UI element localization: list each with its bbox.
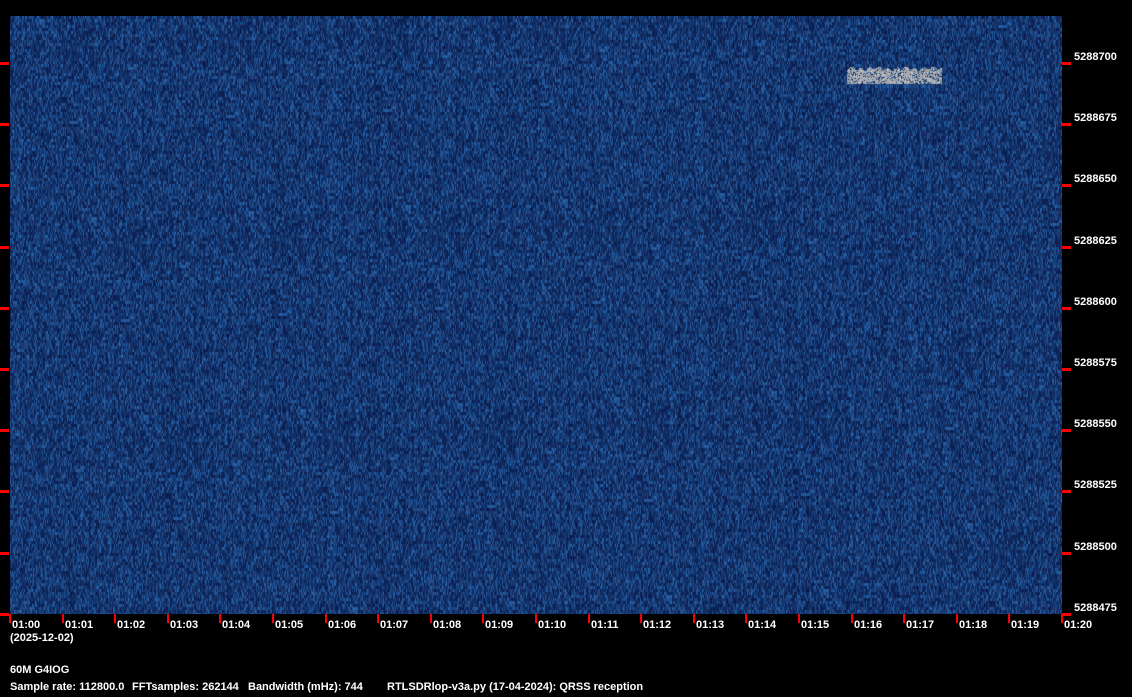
x-tick-label: 01:08 (433, 619, 462, 631)
date-label: (2025-12-02) (10, 632, 74, 644)
y-tick-label: 5288650 (1074, 173, 1117, 185)
x-tick-label: 01:09 (485, 619, 514, 631)
x-tick-label: 01:10 (538, 619, 567, 631)
x-tick (377, 614, 379, 623)
x-tick (114, 614, 116, 623)
x-tick-label: 01:03 (170, 619, 199, 631)
y-tick-right (1062, 613, 1071, 616)
y-tick-left (0, 552, 9, 555)
x-tick (798, 614, 800, 623)
x-tick (956, 614, 958, 623)
x-tick-label: 01:12 (643, 619, 672, 631)
y-tick-left (0, 307, 9, 310)
x-tick-label: 01:18 (959, 619, 988, 631)
y-tick-left (0, 246, 9, 249)
y-tick-left (0, 184, 9, 187)
y-tick-left (0, 62, 9, 65)
y-tick-label: 5288550 (1074, 418, 1117, 430)
x-tick-label: 01:07 (380, 619, 409, 631)
y-tick-label: 5288625 (1074, 235, 1117, 247)
fft-samples: FFTsamples: 262144 (132, 681, 239, 693)
x-tick (588, 614, 590, 623)
x-tick-label: 01:05 (275, 619, 304, 631)
x-tick (535, 614, 537, 623)
station-label: 60M G4IOG (10, 664, 70, 676)
y-tick-right (1062, 62, 1071, 65)
x-tick (693, 614, 695, 623)
y-tick-label: 5288525 (1074, 479, 1117, 491)
y-tick-label: 5288700 (1074, 51, 1117, 63)
software-info: RTLSDRlop-v3a.py (17-04-2024): QRSS rece… (387, 681, 644, 693)
y-tick-right (1062, 552, 1071, 555)
y-tick-left (0, 368, 9, 371)
y-tick-label: 5288575 (1074, 357, 1117, 369)
x-tick (167, 614, 169, 623)
x-tick-label: 01:11 (591, 619, 619, 631)
x-tick-label: 01:15 (801, 619, 830, 631)
spectrogram-waterfall (10, 16, 1062, 614)
y-tick-left (0, 490, 9, 493)
x-tick-label: 01:17 (906, 619, 935, 631)
x-tick (9, 614, 11, 623)
x-tick (745, 614, 747, 623)
x-tick (1061, 614, 1063, 623)
y-tick-left (0, 613, 9, 616)
sample-rate: Sample rate: 112800.0 (10, 681, 125, 693)
y-tick-right (1062, 307, 1071, 310)
y-tick-right (1062, 123, 1071, 126)
x-tick-label: 01:19 (1011, 619, 1040, 631)
x-tick-label: 01:04 (222, 619, 251, 631)
y-tick-label: 5288600 (1074, 296, 1117, 308)
x-tick (272, 614, 274, 623)
x-tick (325, 614, 327, 623)
y-tick-right (1062, 429, 1071, 432)
x-tick (482, 614, 484, 623)
x-tick (903, 614, 905, 623)
x-tick (430, 614, 432, 623)
x-tick-label: 01:20 (1064, 619, 1093, 631)
y-tick-right (1062, 490, 1071, 493)
x-tick (640, 614, 642, 623)
x-tick (62, 614, 64, 623)
bandwidth: Bandwidth (mHz): 744 (248, 681, 363, 693)
x-tick-label: 01:01 (65, 619, 94, 631)
x-tick-label: 01:14 (748, 619, 777, 631)
x-tick (851, 614, 853, 623)
x-tick (1008, 614, 1010, 623)
y-tick-label: 5288500 (1074, 541, 1117, 553)
x-tick-label: 01:16 (854, 619, 883, 631)
x-tick-label: 01:02 (117, 619, 146, 631)
y-tick-right (1062, 246, 1071, 249)
y-tick-right (1062, 368, 1071, 371)
y-tick-label: 5288475 (1074, 602, 1117, 614)
x-tick-label: 01:13 (696, 619, 725, 631)
y-tick-left (0, 429, 9, 432)
x-tick-label: 01:06 (328, 619, 357, 631)
y-tick-label: 5288675 (1074, 112, 1117, 124)
x-tick (219, 614, 221, 623)
x-tick-label: 01:00 (12, 619, 41, 631)
y-tick-left (0, 123, 9, 126)
y-tick-right (1062, 184, 1071, 187)
